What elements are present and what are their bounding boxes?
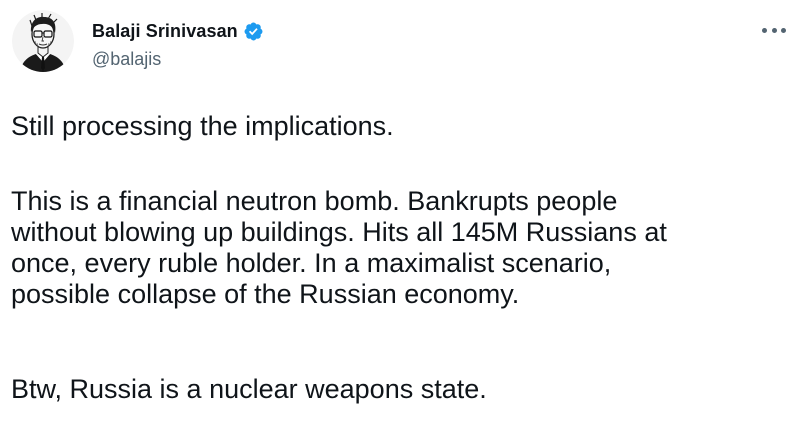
more-dot: [762, 27, 767, 33]
sketch-portrait-avatar-icon: [12, 10, 74, 72]
tweet-line: This is a financial neutron bomb. Bankru…: [11, 186, 618, 216]
tweet-line: once, every ruble holder. In a maximalis…: [11, 248, 612, 278]
author-handle[interactable]: @balajis: [92, 48, 161, 70]
tweet-paragraph-1: Still processing the implications.: [11, 111, 797, 142]
tweet-line: without blowing up buildings. Hits all 1…: [11, 217, 667, 247]
tweet-paragraph-3: Btw, Russia is a nuclear weapons state.: [11, 374, 797, 405]
more-dot: [771, 27, 777, 33]
author-name-row: Balaji Srinivasan: [92, 19, 264, 43]
verified-badge-icon: [243, 21, 264, 42]
avatar[interactable]: [12, 10, 74, 72]
tweet-line: possible collapse of the Russian economy…: [11, 279, 520, 309]
author-display-name[interactable]: Balaji Srinivasan: [92, 19, 238, 43]
tweet-line: Btw, Russia is a nuclear weapons state.: [11, 374, 487, 404]
more-dot: [781, 27, 786, 33]
tweet-paragraph-2: This is a financial neutron bomb. Bankru…: [11, 186, 797, 310]
tweet-card: Balaji Srinivasan @balajis Still process…: [0, 0, 800, 422]
more-options-icon[interactable]: [762, 20, 786, 40]
tweet-line: Still processing the implications.: [11, 111, 394, 141]
